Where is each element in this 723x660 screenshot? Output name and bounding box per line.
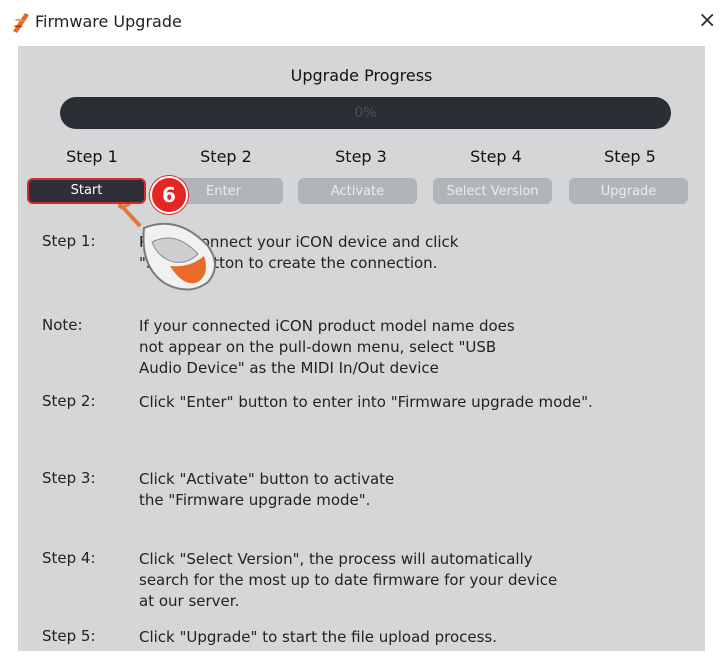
instruction-line: Audio Device" as the MIDI In/Out device bbox=[139, 359, 439, 377]
select-version-button[interactable]: Select Version bbox=[433, 178, 552, 204]
instruction-label: Step 3: bbox=[42, 469, 96, 487]
instruction-label: Step 2: bbox=[42, 392, 96, 410]
instruction-line: Click "Activate" button to activate bbox=[139, 470, 395, 488]
instruction-text: Click "Select Version", the process will… bbox=[139, 549, 557, 612]
instruction-text: Click "Enter" button to enter into "Firm… bbox=[139, 392, 593, 413]
instruction-text: Click "Upgrade" to start the file upload… bbox=[139, 627, 497, 648]
instruction-line: Click "Select Version", the process will… bbox=[139, 550, 533, 568]
instruction-line: the "Firmware upgrade mode". bbox=[139, 491, 371, 509]
instruction-line: at our server. bbox=[139, 592, 240, 610]
instruction-label: Step 1: bbox=[42, 232, 96, 250]
instruction-label: Note: bbox=[42, 316, 83, 334]
instruction-line: not appear on the pull-down menu, select… bbox=[139, 338, 497, 356]
upgrade-progress-heading: Upgrade Progress bbox=[290, 66, 433, 85]
start-button[interactable]: Start bbox=[27, 178, 146, 204]
step-label-4: Step 4 bbox=[470, 147, 522, 166]
instruction-line: search for the most up to date firmware … bbox=[139, 571, 558, 589]
upgrade-progress-bar: 0% bbox=[60, 97, 671, 129]
instruction-label: Step 4: bbox=[42, 549, 96, 567]
window-title: Firmware Upgrade bbox=[35, 12, 182, 31]
activate-button[interactable]: Activate bbox=[298, 178, 417, 204]
step-label-2: Step 2 bbox=[200, 147, 252, 166]
close-icon[interactable]: × bbox=[698, 8, 716, 34]
step-label-1: Step 1 bbox=[66, 147, 118, 166]
instruction-text: If your connected iCON product model nam… bbox=[139, 316, 515, 379]
title-bar: Firmware Upgrade × bbox=[0, 0, 723, 46]
upgrade-button[interactable]: Upgrade bbox=[569, 178, 688, 204]
firmware-upgrade-panel: Upgrade Progress 0% Step 1 Step 2 Step 3… bbox=[18, 46, 705, 651]
mouse-pointer-icon bbox=[118, 204, 216, 291]
instruction-line: Click "Enter" button to enter into "Firm… bbox=[139, 393, 593, 411]
instruction-text: Click "Activate" button to activate the … bbox=[139, 469, 394, 511]
step-annotation-badge: 6 bbox=[150, 176, 188, 214]
instruction-line: If your connected iCON product model nam… bbox=[139, 317, 515, 335]
app-logo-icon bbox=[13, 13, 29, 33]
instruction-line: Click "Upgrade" to start the file upload… bbox=[139, 628, 498, 646]
step-label-3: Step 3 bbox=[335, 147, 387, 166]
progress-percent: 0% bbox=[354, 105, 377, 121]
step-label-5: Step 5 bbox=[604, 147, 656, 166]
instruction-label: Step 5: bbox=[42, 627, 96, 645]
